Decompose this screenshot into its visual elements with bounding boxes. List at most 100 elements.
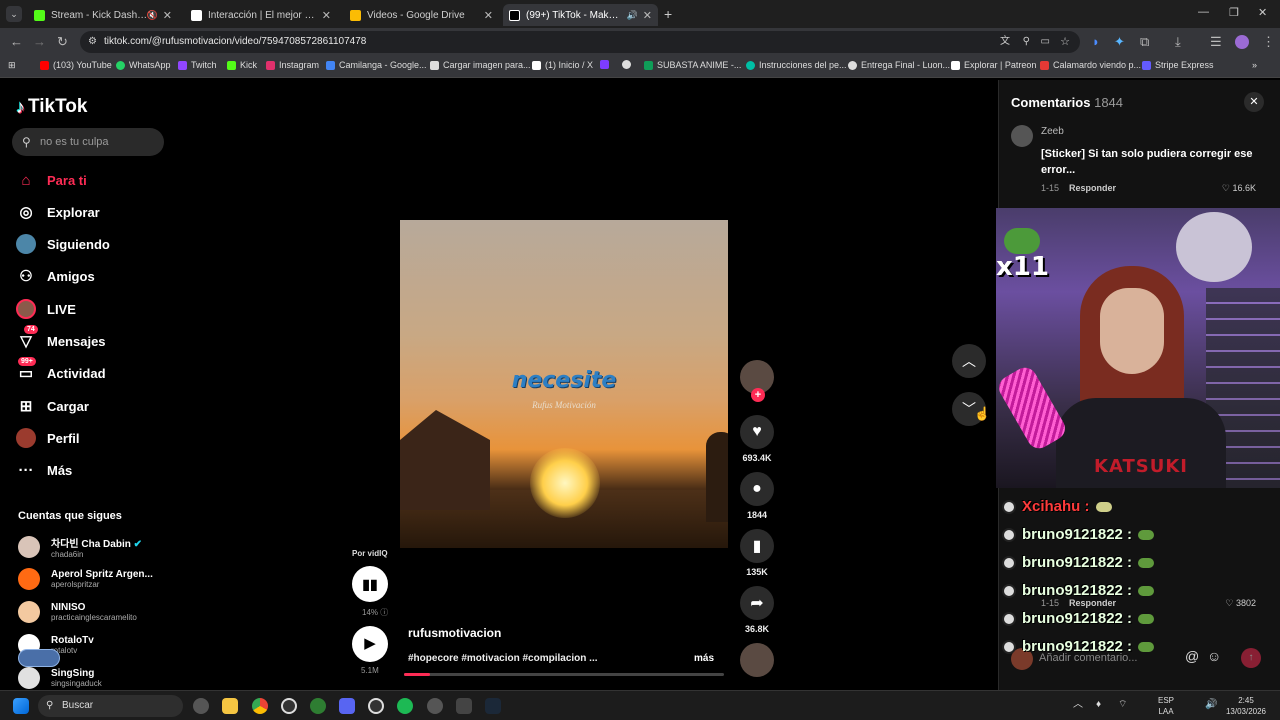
mention-icon[interactable]: @ [1185,648,1199,664]
app-icon[interactable] [310,698,326,714]
info-icon[interactable]: ⓘ [380,608,388,617]
steam-icon[interactable] [485,698,501,714]
nav-mas[interactable]: ··· Más [16,458,73,482]
nav-cargar[interactable]: ⊞ Cargar [16,394,89,418]
bookmark-subasta[interactable]: SUBASTA ANIME -... [644,60,741,70]
close-window-icon[interactable]: ✕ [1258,6,1267,19]
discord-icon[interactable] [339,698,355,714]
video-author[interactable]: rufusmotivacion [408,626,501,640]
back-icon[interactable]: ← [10,34,23,49]
play-button[interactable]: ▶ [352,626,388,662]
bookmark-instagram[interactable]: Instagram [266,60,319,70]
obs-icon[interactable] [368,698,384,714]
tab-tiktok[interactable]: (99+) TikTok - Make Your Da 🔊 ✕ [503,4,658,26]
like-button[interactable]: ♥ 693.4K [740,415,774,463]
video-progress-bar[interactable] [404,673,724,676]
reply-button[interactable]: Responder [1069,183,1116,193]
tab-search-icon[interactable]: ⌄ [6,6,22,22]
close-tab-icon[interactable]: ✕ [484,9,493,22]
chevron-up-icon[interactable]: ︿ [1073,699,1083,710]
more-bookmarks-icon[interactable]: » [1252,60,1257,70]
nav-mensajes[interactable]: ▽ 74 Mensajes [16,325,106,353]
steam-icon[interactable] [193,698,209,714]
close-tab-icon[interactable]: ✕ [643,9,652,22]
site-info-icon[interactable]: ⚙ [88,31,97,53]
bookmark-stripe[interactable]: Stripe Express [1142,60,1214,70]
more-link[interactable]: más [694,653,714,664]
apps-grid-icon[interactable]: ⊞ [8,60,16,71]
minimize-icon[interactable]: — [1198,6,1209,18]
bookmark-twitch[interactable]: Twitch [178,60,217,70]
emoji-icon[interactable]: ☺ [1207,648,1221,664]
language-indicator[interactable]: ESP LAA [1158,695,1174,717]
new-tab-icon[interactable]: + [664,6,672,22]
file-explorer-icon[interactable] [222,698,238,714]
nav-perfil[interactable]: Perfil [16,426,80,450]
video-player[interactable]: necesite Rufus Motivación [400,220,728,548]
bookmark-instrucciones[interactable]: Instrucciones del pe... [746,60,847,70]
tab-search-list-icon[interactable]: ☰ [1210,34,1222,50]
followed-account[interactable]: 차다빈 Cha Dabin ✔ chada6in [18,535,142,559]
save-button[interactable]: ▮ 135K [740,529,774,577]
follow-plus-button[interactable]: + [751,388,765,402]
volume-icon[interactable]: 🔊 [1205,699,1217,710]
comment-like-button[interactable]: ♡ 3802 [1225,598,1256,609]
reload-icon[interactable]: ↻ [57,34,68,50]
music-avatar[interactable] [740,643,774,677]
nav-actividad[interactable]: ▭ 99+ Actividad [16,357,106,385]
nav-amigos[interactable]: ⚇ Amigos [16,264,94,288]
maximize-icon[interactable]: ❐ [1229,6,1239,19]
nav-para-ti[interactable]: ⌂ Para ti [16,168,86,192]
forward-icon[interactable]: → [33,34,46,49]
bookmark-calamardo[interactable]: Calamardo viendo p... [1040,60,1141,70]
comment-like-button[interactable]: ♡ 16.6K [1222,183,1256,194]
send-button[interactable]: ↑ [1241,648,1261,668]
bookmark-whatsapp[interactable]: WhatsApp [116,60,171,70]
followed-account[interactable]: Aperol Spritz Argen... aperolspritzar [18,568,153,590]
bookmark-youtube[interactable]: (103) YouTube [40,60,112,70]
comment-button[interactable]: ● 1844 [740,472,774,520]
menu-kebab-icon[interactable]: ⋮ [1262,34,1275,50]
profile-avatar[interactable] [1235,35,1249,49]
download-icon[interactable]: ⤓ [1175,34,1181,50]
bookmark-cargar-imagen[interactable]: Cargar imagen para... [430,60,531,70]
share-button[interactable]: ➦ 36.8K [740,586,774,634]
url-field[interactable]: ⚙ tiktok.com/@rufusmotivacion/video/7594… [80,31,1080,53]
taskbar-search[interactable]: ⚲ Buscar [38,695,183,717]
floating-extension-button[interactable] [18,649,60,667]
nav-explorar[interactable]: ◎ Explorar [16,200,99,224]
search-input[interactable]: ⚲ no es tu culpa [12,128,164,156]
bookmark-globe[interactable] [622,60,635,69]
vidiq-stats-button[interactable]: ▮▮ [352,566,388,602]
windows-start-icon[interactable] [13,698,29,714]
avatar[interactable] [1011,125,1033,147]
previous-video-button[interactable]: ︿ [952,344,986,378]
close-tab-icon[interactable]: ✕ [322,9,331,22]
translate-icon[interactable]: 文 [1000,31,1010,53]
app-icon[interactable] [427,698,443,714]
tab-interaccion[interactable]: Interacción | El mejor software ✕ [185,4,337,26]
tab-google-drive[interactable]: Videos - Google Drive ✕ [344,4,499,26]
comment-username[interactable]: Zeeb [1041,126,1064,137]
extension-icon[interactable]: ◗ [1092,34,1100,49]
bookmark-patreon[interactable]: Explorar | Patreon [951,60,1036,70]
followed-account[interactable]: NINISO practicainglescaramelito [18,601,137,623]
bookmark-purple[interactable] [600,60,613,69]
nav-siguiendo[interactable]: Siguiendo [16,232,110,256]
app-icon[interactable] [456,698,472,714]
mic-icon[interactable]: ♦ [1096,699,1101,710]
followed-account[interactable]: SingSing singsingaduck [18,667,102,689]
bookmark-camilanga[interactable]: Camilanga - Google... [326,60,427,70]
bookmark-kick[interactable]: Kick [227,60,257,70]
close-comments-button[interactable]: ✕ [1244,92,1264,112]
reply-button[interactable]: Responder [1069,598,1116,608]
bookmark-x[interactable]: (1) Inicio / X [532,60,593,70]
extension-icon[interactable]: ✦ [1114,34,1125,50]
close-tab-icon[interactable]: ✕ [163,9,172,22]
cast-icon[interactable]: ▭ [1041,31,1050,53]
extensions-puzzle-icon[interactable]: ⧉ [1140,34,1149,50]
zoom-icon[interactable]: ⚲ [1023,31,1030,53]
wifi-icon[interactable]: ⌔ [1118,699,1127,710]
clock[interactable]: 2:45 13/03/2026 [1224,695,1268,717]
bookmark-entrega-final[interactable]: Entrega Final - Luon... [848,60,950,70]
